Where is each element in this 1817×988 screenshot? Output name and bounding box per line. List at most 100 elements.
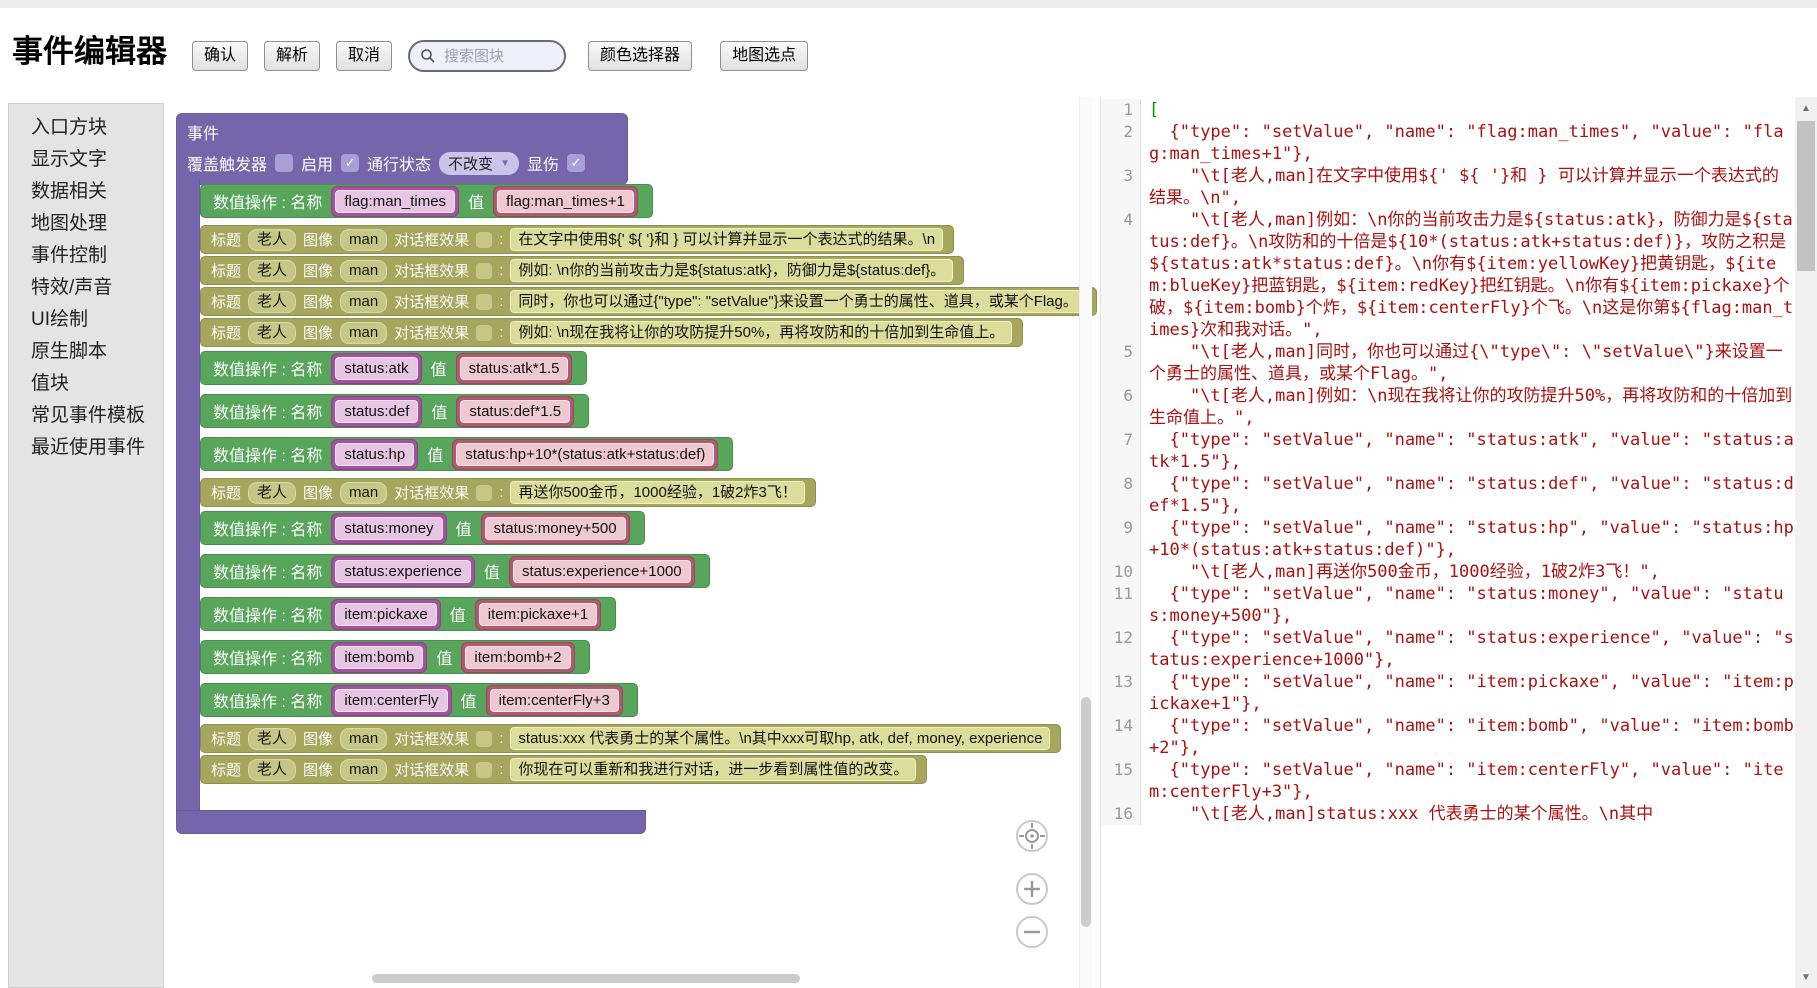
color-picker-button[interactable]: 颜色选择器: [588, 41, 692, 71]
name-value[interactable]: status:money: [335, 517, 442, 540]
code-line[interactable]: {"type": "setValue", "name": "status:def…: [1141, 473, 1795, 517]
code-line[interactable]: "\t[老人,man]同时，你也可以通过{\"type\": \"setValu…: [1141, 341, 1795, 385]
value-slot[interactable]: item:bomb+2: [461, 642, 574, 673]
setvalue-block[interactable]: 数值操作 : 名称 status:atk 值 status:atk*1.5: [200, 351, 587, 385]
parse-button[interactable]: 解析: [264, 41, 320, 71]
name-slot[interactable]: status:atk: [331, 353, 421, 384]
speaker-name-field[interactable]: 老人: [248, 322, 296, 344]
name-value[interactable]: status:atk: [335, 357, 417, 380]
sidebar-item[interactable]: 常见事件模板: [9, 400, 163, 432]
dialog-text-field[interactable]: 例如: \n你的当前攻击力是${status:atk}，防御力是${status…: [510, 259, 953, 282]
dialog-effect-checkbox[interactable]: [476, 762, 492, 778]
confirm-button[interactable]: 确认: [192, 41, 248, 71]
text-block[interactable]: 标题 老人 图像 man 对话框效果 : 再送你500金币，1000经验，1破2…: [200, 478, 816, 507]
image-name-field[interactable]: man: [340, 759, 387, 781]
name-value[interactable]: item:centerFly: [335, 689, 447, 712]
value-slot[interactable]: status:atk*1.5: [456, 353, 573, 384]
sidebar-item[interactable]: 地图处理: [9, 208, 163, 240]
zoom-in-button[interactable]: [1017, 874, 1047, 904]
panel-scrollbar[interactable]: ▲ ▼: [1795, 97, 1817, 988]
scroll-down-arrow-icon[interactable]: ▼: [1795, 966, 1817, 988]
text-block[interactable]: 标题 老人 图像 man 对话框效果 : 例如: \n你的当前攻击力是${sta…: [200, 256, 964, 285]
sidebar-item[interactable]: 数据相关: [9, 176, 163, 208]
name-value[interactable]: item:pickaxe: [335, 603, 436, 626]
setvalue-block[interactable]: 数值操作 : 名称 status:hp 值 status:hp+10*(stat…: [200, 437, 733, 471]
sidebar-item[interactable]: 最近使用事件: [9, 432, 163, 464]
code-line[interactable]: {"type": "setValue", "name": "flag:man_t…: [1141, 121, 1795, 165]
sidebar-item[interactable]: 入口方块: [9, 112, 163, 144]
dialog-text-field[interactable]: 在文字中使用${' ${ '}和 } 可以计算并显示一个表达式的结果。\n: [510, 228, 943, 251]
cancel-button[interactable]: 取消: [336, 41, 392, 71]
code-editor[interactable]: 1[2 {"type": "setValue", "name": "flag:m…: [1101, 99, 1795, 988]
image-name-field[interactable]: man: [340, 482, 387, 504]
sidebar-item[interactable]: UI绘制: [9, 304, 163, 336]
code-line[interactable]: "\t[老人,man]status:xxx 代表勇士的某个属性。\n其中: [1141, 803, 1795, 825]
setvalue-block[interactable]: 数值操作 : 名称 status:money 值 status:money+50…: [200, 511, 645, 545]
sidebar-item[interactable]: 事件控制: [9, 240, 163, 272]
scroll-up-arrow-icon[interactable]: ▲: [1795, 97, 1817, 119]
text-block[interactable]: 标题 老人 图像 man 对话框效果 : 在文字中使用${' ${ '}和 } …: [200, 225, 954, 254]
recenter-button[interactable]: [1017, 821, 1047, 851]
value-slot[interactable]: flag:man_times+1: [493, 186, 638, 217]
name-slot[interactable]: status:money: [331, 513, 446, 544]
event-wrapper-block[interactable]: 事件 覆盖触发器 启用 ✓ 通行状态 不改变 ▼ 显伤 ✓ 数值操: [176, 113, 628, 185]
canvas-hscroll-thumb[interactable]: [372, 974, 800, 983]
blockly-workspace[interactable]: 事件 覆盖触发器 启用 ✓ 通行状态 不改变 ▼ 显伤 ✓ 数值操: [164, 97, 1100, 988]
value-slot[interactable]: status:hp+10*(status:atk+status:def): [452, 439, 718, 470]
sidebar-item[interactable]: 显示文字: [9, 144, 163, 176]
text-block[interactable]: 标题 老人 图像 man 对话框效果 : status:xxx 代表勇士的某个属…: [200, 724, 1061, 753]
sidebar-item[interactable]: 原生脚本: [9, 336, 163, 368]
value-expression[interactable]: flag:man_times+1: [497, 190, 634, 213]
name-slot[interactable]: item:centerFly: [331, 685, 451, 716]
dialog-effect-checkbox[interactable]: [476, 731, 492, 747]
speaker-name-field[interactable]: 老人: [248, 759, 296, 781]
dialog-effect-checkbox[interactable]: [476, 263, 492, 279]
code-line[interactable]: {"type": "setValue", "name": "item:cente…: [1141, 759, 1795, 803]
code-line[interactable]: "\t[老人,man]例如：\n现在我将让你的攻防提升50%，再将攻防和的十倍加…: [1141, 385, 1795, 429]
code-line[interactable]: "\t[老人,man]例如：\n你的当前攻击力是${status:atk}，防御…: [1141, 209, 1795, 341]
name-slot[interactable]: status:def: [331, 396, 422, 427]
dialog-text-field[interactable]: 再送你500金币，1000经验，1破2炸3飞！: [510, 481, 804, 504]
name-slot[interactable]: item:pickaxe: [331, 599, 440, 630]
setvalue-block[interactable]: 数值操作 : 名称 item:pickaxe 值 item:pickaxe+1: [200, 597, 616, 631]
name-value[interactable]: flag:man_times: [335, 190, 455, 213]
zoom-out-button[interactable]: [1017, 917, 1047, 947]
dialog-effect-checkbox[interactable]: [476, 325, 492, 341]
enable-checkbox[interactable]: ✓: [341, 154, 359, 172]
image-name-field[interactable]: man: [340, 260, 387, 282]
text-block[interactable]: 标题 老人 图像 man 对话框效果 : 同时，你也可以通过{"type": "…: [200, 287, 1097, 316]
speaker-name-field[interactable]: 老人: [248, 229, 296, 251]
setvalue-block[interactable]: 数值操作 : 名称 status:experience 值 status:exp…: [200, 554, 710, 588]
code-line[interactable]: [: [1141, 99, 1795, 121]
code-line[interactable]: {"type": "setValue", "name": "item:bomb"…: [1141, 715, 1795, 759]
name-slot[interactable]: status:hp: [331, 439, 418, 470]
value-slot[interactable]: status:def*1.5: [456, 396, 574, 427]
code-line[interactable]: {"type": "setValue", "name": "status:atk…: [1141, 429, 1795, 473]
damage-display-checkbox[interactable]: ✓: [567, 154, 585, 172]
value-expression[interactable]: status:hp+10*(status:atk+status:def): [456, 443, 714, 466]
code-line[interactable]: "\t[老人,man]在文字中使用${' ${ '}和 } 可以计算并显示一个表…: [1141, 165, 1795, 209]
speaker-name-field[interactable]: 老人: [248, 260, 296, 282]
name-value[interactable]: status:def: [335, 400, 418, 423]
code-line[interactable]: {"type": "setValue", "name": "item:picka…: [1141, 671, 1795, 715]
name-value[interactable]: status:experience: [335, 560, 471, 583]
value-expression[interactable]: status:def*1.5: [460, 400, 570, 423]
setvalue-block[interactable]: 数值操作 : 名称 item:centerFly 值 item:centerFl…: [200, 683, 638, 717]
text-block[interactable]: 标题 老人 图像 man 对话框效果 : 你现在可以重新和我进行对话，进一步看到…: [200, 755, 927, 784]
name-value[interactable]: status:hp: [335, 443, 414, 466]
map-pick-button[interactable]: 地图选点: [720, 41, 808, 71]
setvalue-block[interactable]: 数值操作 : 名称 status:def 值 status:def*1.5: [200, 394, 589, 428]
value-expression[interactable]: status:experience+1000: [513, 560, 691, 583]
dialog-effect-checkbox[interactable]: [476, 232, 492, 248]
value-expression[interactable]: item:centerFly+3: [490, 689, 619, 712]
setvalue-block[interactable]: 数值操作 : 名称 flag:man_times 值 flag:man_time…: [200, 184, 653, 218]
image-name-field[interactable]: man: [340, 229, 387, 251]
dialog-text-field[interactable]: status:xxx 代表勇士的某个属性。\n其中xxx可取hp, atk, d…: [510, 727, 1050, 750]
code-line[interactable]: {"type": "setValue", "name": "status:mon…: [1141, 583, 1795, 627]
name-value[interactable]: item:bomb: [335, 646, 423, 669]
code-line[interactable]: "\t[老人,man]再送你500金币，1000经验，1破2炸3飞！",: [1141, 561, 1795, 583]
code-line[interactable]: {"type": "setValue", "name": "status:exp…: [1141, 627, 1795, 671]
value-expression[interactable]: item:bomb+2: [465, 646, 570, 669]
value-expression[interactable]: item:pickaxe+1: [479, 603, 597, 626]
dialog-text-field[interactable]: 你现在可以重新和我进行对话，进一步看到属性值的改变。: [510, 758, 916, 781]
